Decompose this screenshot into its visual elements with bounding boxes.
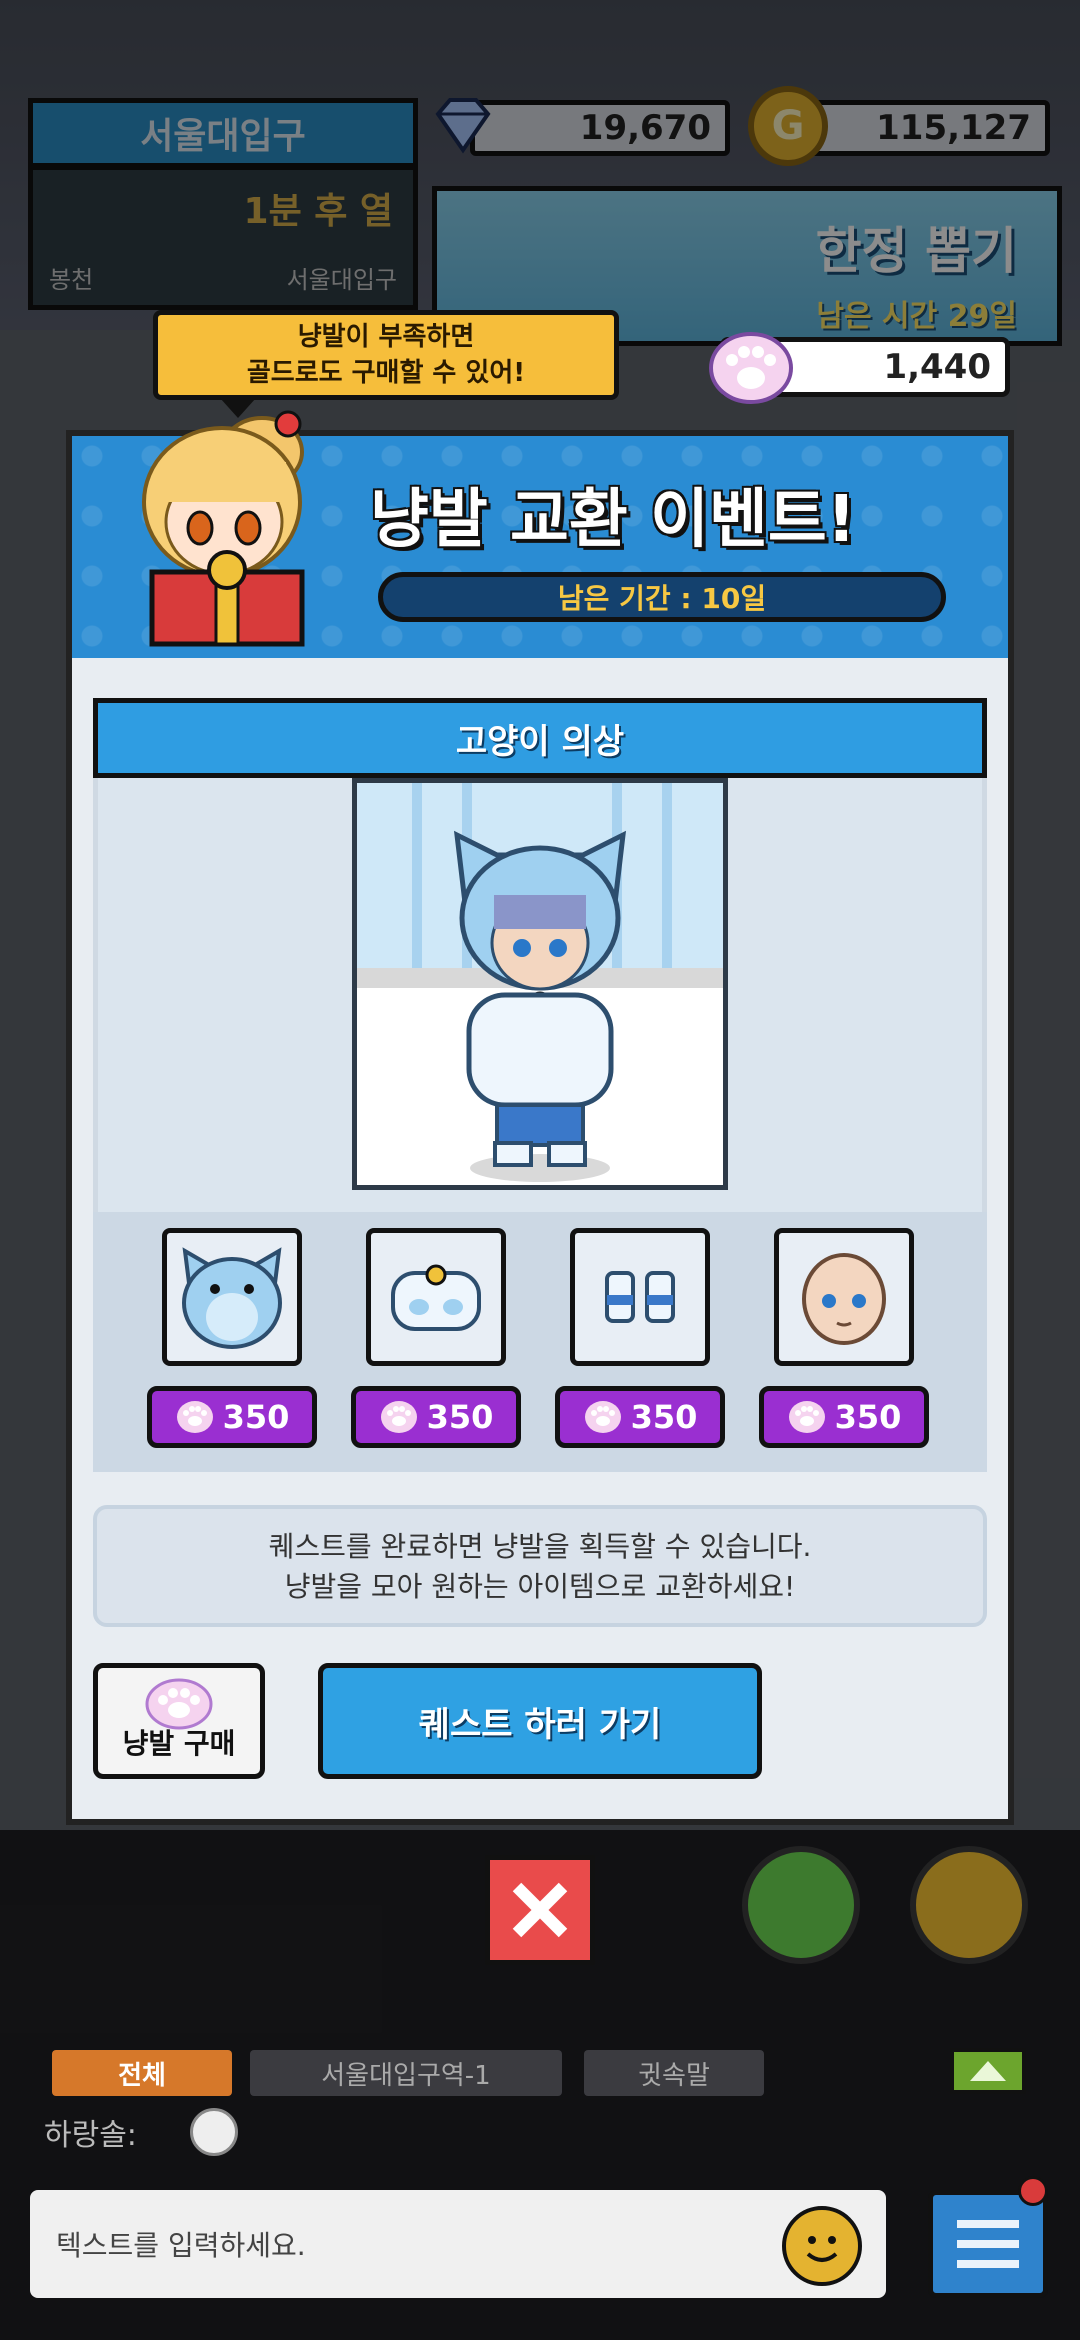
dialog-title: 냥발 교환 이벤트! — [370, 483, 856, 557]
tooltip-tail — [220, 398, 256, 418]
chat-collapse-button[interactable] — [950, 2048, 1026, 2094]
cat-shoes-icon — [605, 1271, 675, 1323]
cat-hood-icon — [182, 1247, 282, 1349]
notification-dot — [1018, 2176, 1048, 2206]
buy-paw-label: 냥발 구매 — [122, 1727, 236, 1760]
smile-icon — [806, 2236, 838, 2262]
info-box: 퀘스트를 완료하면 냥발을 획득할 수 있습니다. 냥발을 모아 원하는 아이템… — [93, 1505, 987, 1627]
paw-icon — [176, 1401, 213, 1433]
chevron-up-icon — [970, 2061, 1006, 2081]
paw-icon — [584, 1401, 621, 1433]
chat-tab-whisper[interactable]: 귓속말 — [584, 2050, 764, 2096]
tooltip-line-2: 골드로도 구매할 수 있어! — [246, 358, 526, 388]
item-slot-top[interactable] — [366, 1228, 506, 1366]
mascot-character-icon — [142, 410, 305, 647]
medal-button[interactable] — [742, 1846, 860, 1964]
action-button[interactable] — [910, 1846, 1028, 1964]
chat-tab-all[interactable]: 전체 — [52, 2050, 232, 2096]
price-shoes[interactable]: 350 — [555, 1386, 725, 1448]
tooltip-line-1: 냥발이 부족하면 — [297, 322, 475, 352]
item-slot-hood[interactable] — [162, 1228, 302, 1366]
info-line-2: 냥발을 모아 원하는 아이템으로 교환하세요! — [284, 1570, 796, 1603]
item-slot-shoes[interactable] — [570, 1228, 710, 1366]
chat-speaker: 하랑솔: — [44, 2118, 137, 2153]
menu-button[interactable] — [928, 2190, 1048, 2298]
close-button[interactable] — [485, 1855, 595, 1965]
item-slot-face[interactable] — [774, 1228, 914, 1366]
price-top[interactable]: 350 — [351, 1386, 521, 1448]
section-title: 고양이 의상 — [93, 698, 987, 778]
chat-tab-station[interactable]: 서울대입구역-1 — [250, 2050, 562, 2096]
price-value: 350 — [834, 1398, 902, 1436]
cat-top-icon — [391, 1264, 481, 1331]
price-hood[interactable]: 350 — [147, 1386, 317, 1448]
emoji-button[interactable] — [782, 2206, 862, 2286]
price-value: 350 — [630, 1398, 698, 1436]
paw-icon — [380, 1401, 417, 1433]
info-line-1: 퀘스트를 완료하면 냥발을 획득할 수 있습니다. — [268, 1530, 812, 1563]
paw-icon — [788, 1401, 825, 1433]
price-value: 350 — [426, 1398, 494, 1436]
costume-preview — [352, 778, 728, 1190]
go-to-quest-button[interactable]: 퀘스트 하러 가기 — [318, 1663, 762, 1779]
tooltip-bubble: 냥발이 부족하면 골드로도 구매할 수 있어! — [153, 310, 619, 400]
close-icon — [512, 1882, 568, 1938]
paw-icon — [709, 332, 793, 404]
remaining-period: 남은 기간 : 10일 — [378, 572, 946, 622]
chat-emoji-icon — [190, 2108, 238, 2156]
chat-input[interactable]: 텍스트를 입력하세요. — [30, 2190, 886, 2298]
price-value: 350 — [222, 1398, 290, 1436]
cat-face-icon — [802, 1253, 886, 1345]
cat-costume-character-icon — [357, 783, 723, 1185]
price-face[interactable]: 350 — [759, 1386, 929, 1448]
